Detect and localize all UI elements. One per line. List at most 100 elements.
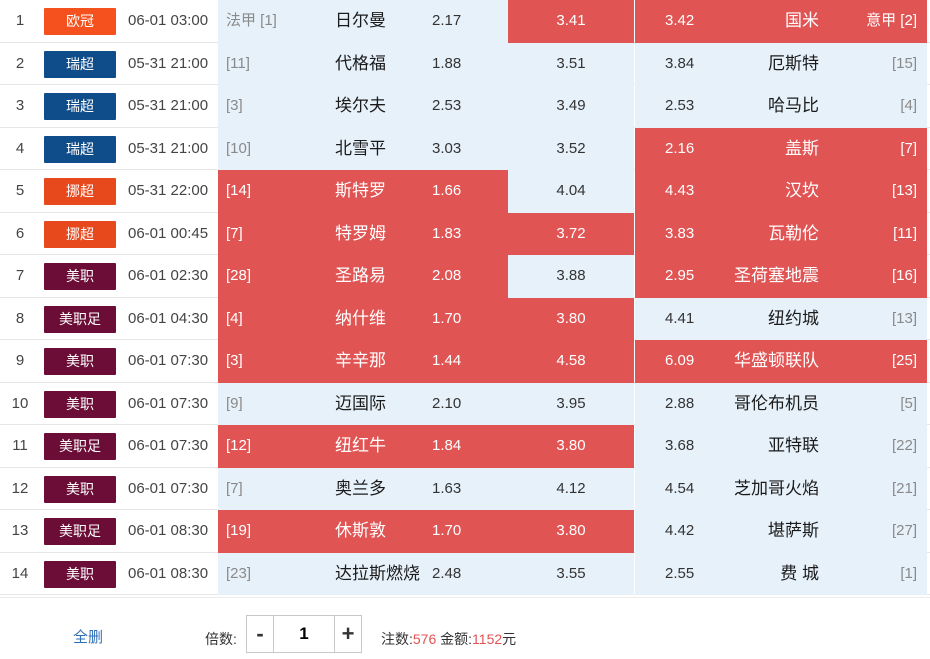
match-time: 06-01 00:45	[128, 224, 209, 242]
league-badge: 美职足	[44, 518, 116, 545]
draw-option[interactable]: 3.80	[508, 510, 634, 553]
home-rank: [10]	[226, 139, 252, 157]
league-badge: 美职	[44, 263, 116, 290]
home-team: 日尔曼	[335, 11, 386, 30]
draw-option[interactable]: 4.12	[508, 467, 634, 510]
match-row: 3 瑞超 05-31 21:00 [3] 埃尔夫 2.53 3.49 2.53 哈马比 [4]	[0, 85, 930, 128]
match-index: 8	[15, 309, 25, 327]
draw-odds: 3.95	[556, 394, 586, 412]
away-odds: 3.68	[665, 437, 695, 454]
home-team: 达拉斯燃烧	[335, 563, 420, 583]
home-rank: [7]	[226, 224, 243, 242]
away-team: 费 城	[780, 563, 819, 583]
home-win-option[interactable]: [23] 达拉斯燃烧 2.48	[218, 552, 508, 595]
away-win-option[interactable]: 2.53 哈马比 [4]	[635, 85, 927, 128]
match-row: 14 美职 06-01 08:30 [23] 达拉斯燃烧 2.48 3.55 2.55 费 城 […	[0, 552, 930, 595]
home-win-option[interactable]: [11] 代格福 1.88	[218, 42, 508, 85]
home-win-option[interactable]: [9] 迈国际 2.10	[218, 382, 508, 425]
away-win-option[interactable]: 6.09 华盛顿联队 [25]	[635, 340, 927, 383]
home-odds: 3.03	[432, 139, 462, 157]
draw-odds: 3.80	[556, 522, 586, 539]
match-row: 12 美职 06-01 07:30 [7] 奥兰多 1.63 4.12 4.54 芝加哥火焰 [2…	[0, 467, 930, 510]
draw-option[interactable]: 4.58	[508, 340, 634, 383]
draw-option[interactable]: 4.04	[508, 170, 634, 213]
league-badge: 瑞超	[44, 93, 116, 120]
home-team: 纳什维	[335, 308, 386, 328]
away-win-option[interactable]: 3.83 瓦勒伦 [11]	[635, 212, 927, 255]
away-odds: 4.42	[665, 522, 695, 539]
home-win-option[interactable]: [14] 斯特罗 1.66	[218, 170, 508, 213]
home-win-option[interactable]: [7] 奥兰多 1.63	[218, 467, 508, 510]
draw-option[interactable]: 3.51	[508, 42, 634, 85]
draw-odds: 3.72	[556, 224, 586, 242]
away-win-option[interactable]: 4.54 芝加哥火焰 [21]	[635, 467, 927, 510]
away-odds: 3.83	[665, 224, 695, 242]
draw-option[interactable]: 3.41	[508, 0, 634, 43]
draw-odds: 3.49	[556, 97, 586, 114]
home-win-option[interactable]: [28] 圣路易 2.08	[218, 255, 508, 298]
home-win-option[interactable]: 法甲 [1] 日尔曼 2.17	[218, 0, 508, 43]
away-win-option[interactable]: 2.55 费 城 [1]	[635, 552, 927, 595]
league-badge: 挪超	[44, 220, 116, 248]
away-win-option[interactable]: 4.42 堪萨斯 [27]	[635, 510, 927, 553]
home-win-option[interactable]: [3] 辛辛那 1.44	[218, 340, 508, 383]
match-row: 6 挪超 06-01 00:45 [7] 特罗姆 1.83 3.72 3.83 瓦勒伦 [11]	[0, 212, 930, 255]
home-rank: [28]	[226, 267, 252, 284]
match-index: 4	[15, 139, 25, 157]
away-rank: [21]	[891, 479, 917, 497]
away-team: 纽约城	[768, 308, 819, 328]
home-win-option[interactable]: [12] 纽红牛 1.84	[218, 425, 508, 468]
match-time: 06-01 04:30	[128, 309, 209, 327]
draw-option[interactable]: 3.72	[508, 212, 634, 255]
match-time: 06-01 07:30	[128, 437, 209, 454]
multiplier-stepper: - 1 +	[246, 615, 362, 653]
away-win-option[interactable]: 2.88 哥伦布机员 [5]	[635, 382, 927, 425]
league-badge: 瑞超	[44, 50, 116, 78]
away-win-option[interactable]: 2.95 圣荷塞地震 [16]	[635, 255, 927, 298]
away-rank: [25]	[891, 352, 917, 369]
draw-option[interactable]: 3.52	[508, 127, 634, 170]
match-index: 10	[11, 394, 29, 412]
home-odds: 1.66	[432, 182, 462, 199]
home-odds: 1.63	[432, 479, 462, 497]
home-win-option[interactable]: [7] 特罗姆 1.83	[218, 212, 508, 255]
away-team: 厄斯特	[768, 53, 819, 73]
home-win-option[interactable]: [4] 纳什维 1.70	[218, 297, 508, 340]
home-odds: 1.84	[432, 437, 462, 454]
away-odds: 2.53	[665, 97, 695, 114]
away-rank: [16]	[891, 267, 917, 284]
match-index: 3	[15, 97, 25, 114]
match-index: 7	[15, 267, 25, 284]
away-win-option[interactable]: 4.43 汉坎 [13]	[635, 170, 927, 213]
away-odds: 4.43	[665, 182, 695, 199]
clear-all-button[interactable]: 全删	[73, 626, 103, 647]
home-win-option[interactable]: [19] 休斯敦 1.70	[218, 510, 508, 553]
draw-option[interactable]: 3.55	[508, 552, 634, 595]
home-win-option[interactable]: [3] 埃尔夫 2.53	[218, 85, 508, 128]
match-time: 06-01 07:30	[128, 479, 209, 497]
draw-option[interactable]: 3.49	[508, 85, 634, 128]
away-win-option[interactable]: 3.68 亚特联 [22]	[635, 425, 927, 468]
league-badge: 美职足	[44, 305, 116, 333]
draw-option[interactable]: 3.88	[508, 255, 634, 298]
away-win-option[interactable]: 4.41 纽约城 [13]	[635, 297, 927, 340]
draw-option[interactable]: 3.80	[508, 425, 634, 468]
multiplier-input[interactable]: 1	[273, 616, 335, 652]
away-rank: [5]	[900, 394, 917, 412]
increase-button[interactable]: +	[335, 616, 361, 652]
away-win-option[interactable]: 2.16 盖斯 [7]	[635, 127, 927, 170]
draw-option[interactable]: 3.80	[508, 297, 634, 340]
away-team: 亚特联	[768, 436, 819, 455]
away-rank: 意甲 [2]	[866, 12, 917, 29]
decrease-button[interactable]: -	[247, 616, 273, 652]
away-win-option[interactable]: 3.42 国米 意甲 [2]	[635, 0, 927, 43]
amount-label: 金额:	[440, 631, 473, 647]
home-odds: 1.70	[432, 522, 462, 539]
home-odds: 1.44	[432, 352, 462, 369]
home-rank: [14]	[226, 182, 252, 199]
home-team: 休斯敦	[335, 521, 386, 540]
away-win-option[interactable]: 3.84 厄斯特 [15]	[635, 42, 927, 85]
home-team: 代格福	[335, 53, 386, 73]
home-win-option[interactable]: [10] 北雪平 3.03	[218, 127, 508, 170]
draw-option[interactable]: 3.95	[508, 382, 634, 425]
